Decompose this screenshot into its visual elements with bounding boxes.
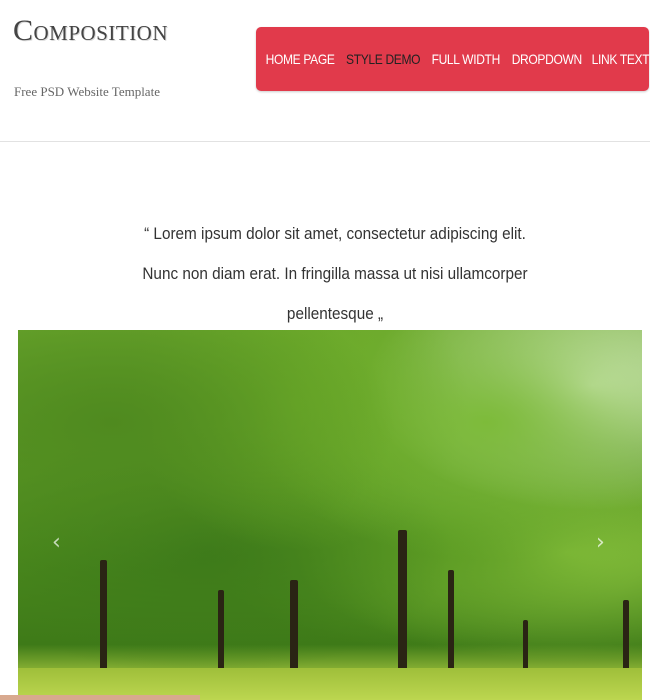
bottom-tab bbox=[0, 695, 200, 700]
nav-item-home-page[interactable]: HOME PAGE bbox=[266, 51, 335, 67]
chevron-right-icon[interactable]: › bbox=[596, 530, 605, 555]
image-slider[interactable]: ‹ › bbox=[18, 330, 642, 700]
site-tagline: Free PSD Website Template bbox=[14, 84, 160, 99]
nav-item-style-demo[interactable]: STYLE DEMO bbox=[346, 51, 421, 67]
intro-quote: “ Lorem ipsum dolor sit amet, consectetu… bbox=[142, 224, 528, 323]
site-logo[interactable]: Composition bbox=[13, 16, 168, 46]
nav-item-link-text[interactable]: LINK TEXT bbox=[592, 51, 650, 67]
header-divider bbox=[0, 141, 650, 142]
nav-item-full-width[interactable]: FULL WIDTH bbox=[432, 51, 501, 67]
chevron-left-icon[interactable]: ‹ bbox=[52, 530, 61, 555]
nav-item-dropdown[interactable]: DROPDOWN bbox=[512, 51, 582, 67]
main-nav: HOME PAGE STYLE DEMO FULL WIDTH DROPDOWN… bbox=[256, 27, 650, 91]
